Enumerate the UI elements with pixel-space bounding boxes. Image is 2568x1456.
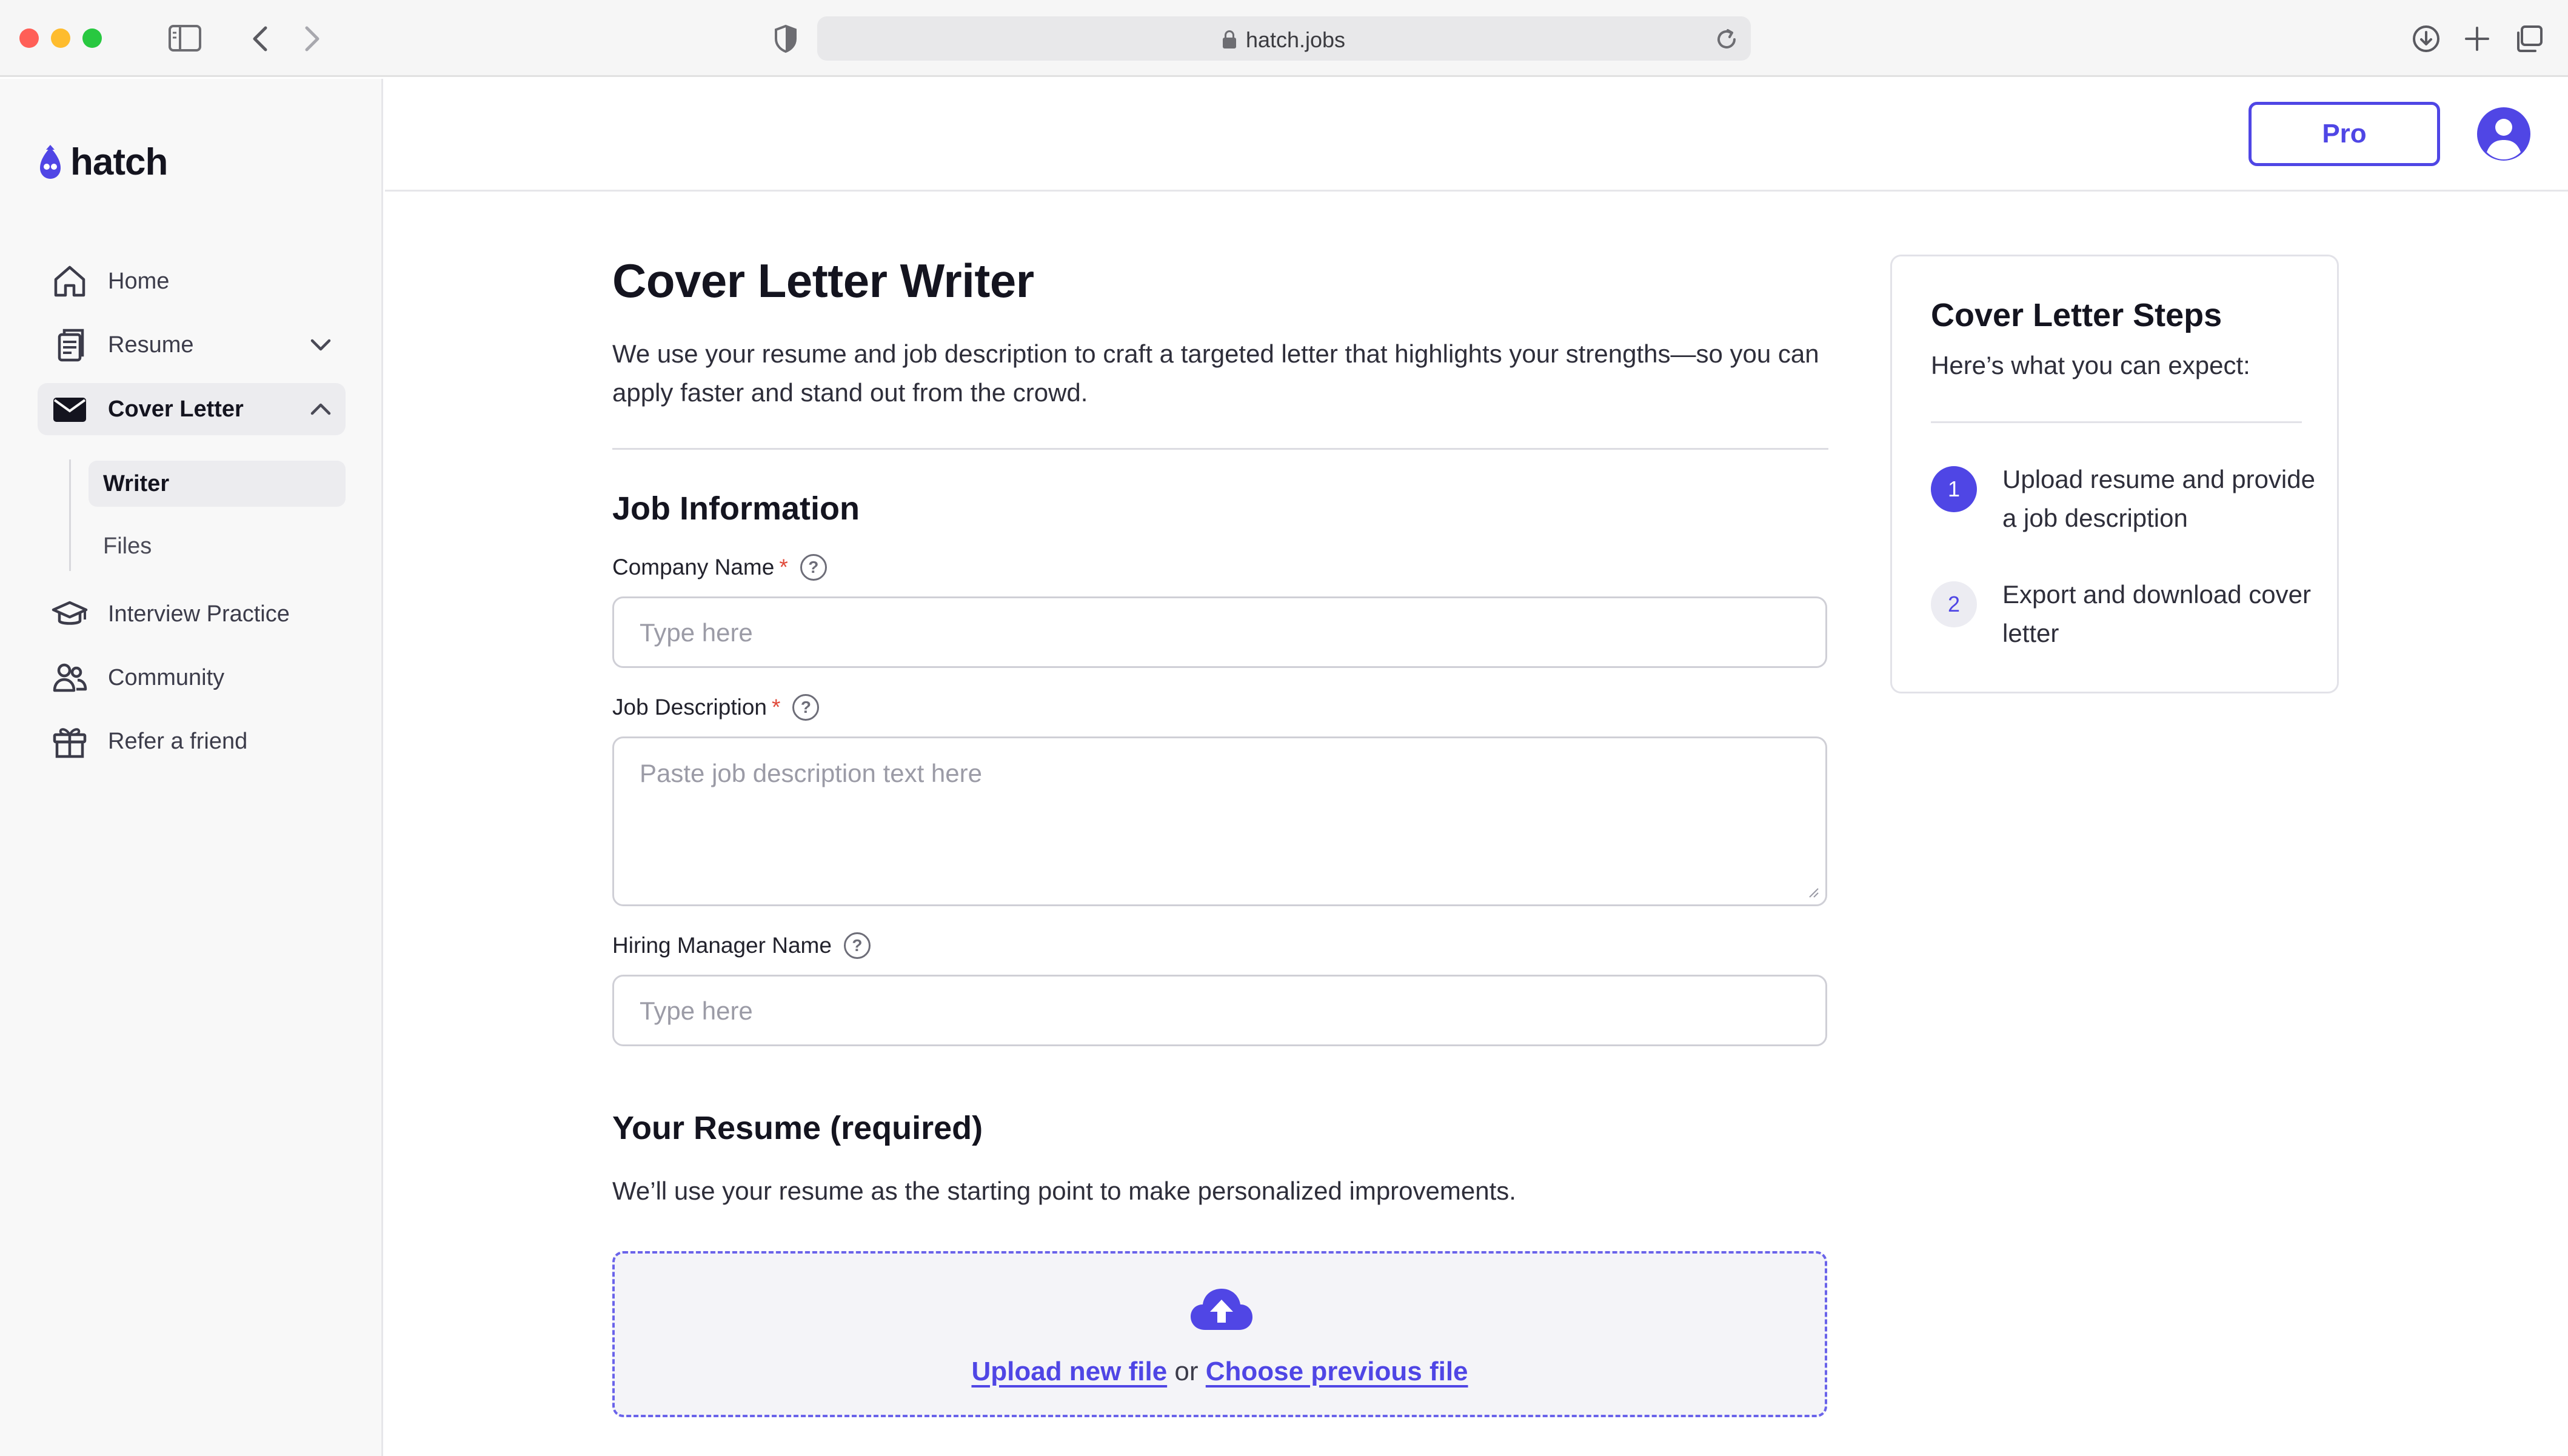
help-icon[interactable]: ?: [800, 554, 827, 581]
graduation-cap-icon: [52, 601, 88, 625]
new-tab-icon[interactable]: [2464, 25, 2490, 52]
page-title: Cover Letter Writer: [612, 254, 1034, 307]
hiring-manager-label: Hiring Manager Name ?: [612, 932, 871, 959]
chevron-down-icon[interactable]: [309, 333, 332, 356]
sidebar-item-label: Resume: [108, 332, 194, 358]
step-text: Upload resume and provide a job descript…: [2002, 465, 2315, 532]
sidebar-item-resume[interactable]: Resume: [38, 319, 346, 371]
back-icon[interactable]: [251, 25, 269, 52]
sidebar-item-home[interactable]: Home: [38, 255, 346, 307]
logo-text: hatch: [70, 141, 168, 183]
resize-handle-icon[interactable]: [1806, 885, 1819, 898]
section-divider: [612, 448, 1828, 450]
avatar[interactable]: [2477, 107, 2530, 161]
cloud-upload-icon: [1191, 1289, 1252, 1330]
sidebar-item-refer-a-friend[interactable]: Refer a friend: [38, 715, 346, 767]
page-description: We use your resume and job description t…: [612, 339, 1819, 407]
browser-toolbar: hatch.jobs: [0, 0, 2568, 77]
resume-description: We’ll use your resume as the starting po…: [612, 1177, 1516, 1205]
lock-icon: [1222, 30, 1236, 48]
steps-divider: [1931, 421, 2302, 423]
forward-icon[interactable]: [303, 25, 321, 52]
url-text: hatch.jobs: [1245, 27, 1346, 52]
sidebar-item-cover-letter[interactable]: Cover Letter: [38, 383, 346, 435]
subnav-divider: [69, 459, 71, 571]
steps-title: Cover Letter Steps: [1931, 297, 2222, 333]
hiring-manager-placeholder: Type here: [640, 997, 753, 1025]
choose-previous-file-link[interactable]: Choose previous file: [1206, 1357, 1468, 1386]
envelope-icon: [53, 398, 86, 422]
company-name-input[interactable]: Type here: [612, 596, 1827, 668]
sidebar-toggle-icon[interactable]: [168, 24, 202, 52]
minimize-window-button[interactable]: [51, 28, 70, 48]
upload-or-text: or: [1174, 1357, 1199, 1386]
step-number-badge: 2: [1931, 581, 1977, 627]
step-number-badge: 1: [1931, 466, 1977, 512]
sidebar-item-label: Community: [108, 664, 225, 690]
sidebar-subitem-writer[interactable]: Writer: [89, 461, 346, 507]
reload-icon[interactable]: [1714, 27, 1739, 52]
downloads-icon[interactable]: [2412, 24, 2441, 53]
sidebar-subitem-label: Files: [103, 533, 152, 559]
user-icon: [2487, 119, 2521, 159]
steps-subtitle: Here’s what you can expect:: [1931, 351, 2250, 379]
sidebar-item-interview-practice[interactable]: Interview Practice: [38, 588, 346, 640]
upload-new-file-link[interactable]: Upload new file: [971, 1357, 1167, 1386]
step-text: Export and download cover letter: [2002, 580, 2311, 647]
steps-card: Cover Letter Steps Here’s what you can e…: [1890, 255, 2339, 693]
job-description-textarea[interactable]: Paste job description text here: [612, 736, 1827, 906]
sidebar-item-label: Interview Practice: [108, 601, 290, 627]
sidebar-item-label: Home: [108, 268, 170, 294]
hiring-manager-label-text: Hiring Manager Name: [612, 933, 832, 958]
users-icon: [53, 663, 87, 692]
shield-icon[interactable]: [774, 24, 798, 53]
top-header: [385, 79, 2568, 192]
sidebar-item-community[interactable]: Community: [38, 652, 346, 704]
job-description-label: Job Description * ?: [612, 694, 820, 721]
sidebar: hatch Home Resume Cover Letter Writer Fi…: [0, 79, 383, 1456]
hatch-logo-icon: [40, 144, 61, 179]
help-icon[interactable]: ?: [792, 694, 820, 721]
help-icon[interactable]: ?: [843, 932, 871, 959]
required-asterisk: *: [779, 555, 788, 579]
company-name-label-text: Company Name: [612, 555, 775, 579]
company-name-placeholder: Type here: [640, 618, 753, 647]
sidebar-item-label: Cover Letter: [108, 396, 244, 422]
tab-overview-icon[interactable]: [2515, 24, 2544, 53]
company-name-label: Company Name * ?: [612, 554, 827, 581]
job-description-label-text: Job Description: [612, 695, 767, 720]
maximize-window-button[interactable]: [82, 28, 102, 48]
home-icon: [54, 265, 85, 297]
chevron-up-icon[interactable]: [309, 398, 332, 421]
address-bar[interactable]: hatch.jobs: [817, 16, 1751, 61]
job-information-heading: Job Information: [612, 490, 860, 527]
gift-icon: [53, 728, 87, 758]
required-asterisk: *: [772, 695, 781, 720]
job-description-placeholder: Paste job description text here: [640, 759, 982, 787]
your-resume-heading: Your Resume (required): [612, 1110, 983, 1146]
hatch-logo[interactable]: hatch: [36, 141, 168, 184]
pro-button[interactable]: Pro: [2249, 102, 2440, 166]
close-window-button[interactable]: [19, 28, 39, 48]
sidebar-item-label: Refer a friend: [108, 728, 248, 754]
hiring-manager-input[interactable]: Type here: [612, 975, 1827, 1046]
resume-dropzone[interactable]: Upload new file or Choose previous file: [612, 1251, 1827, 1417]
sidebar-subitem-label: Writer: [103, 470, 170, 496]
document-stack-icon: [58, 329, 84, 362]
sidebar-subitem-files[interactable]: Files: [89, 523, 346, 569]
